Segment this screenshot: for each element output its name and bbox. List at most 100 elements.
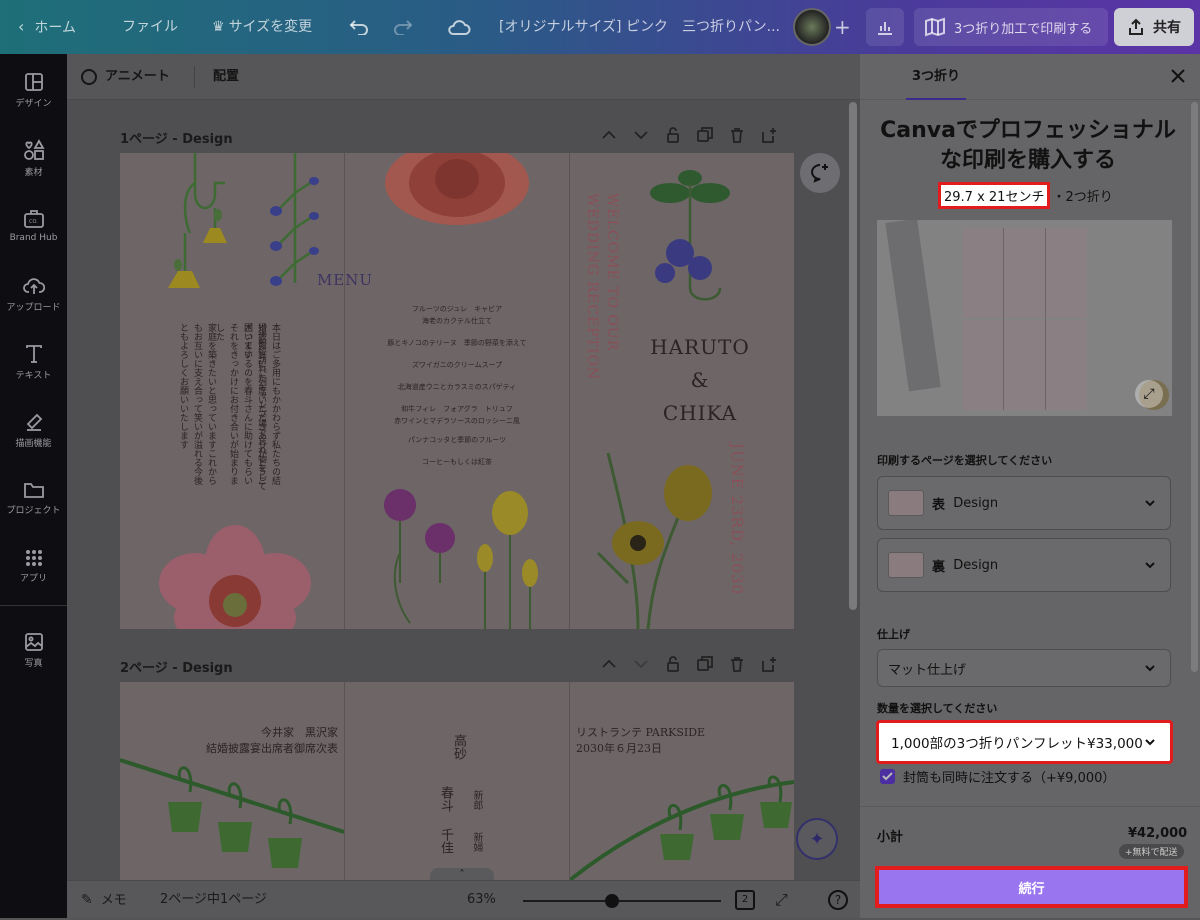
chevron-down-icon[interactable]: [632, 126, 650, 144]
position-button[interactable]: 配置: [213, 54, 239, 100]
sidebar-divider: [0, 605, 67, 606]
redo-icon[interactable]: [390, 15, 416, 39]
wedding-date: JUNE 23RD, 2030: [728, 443, 746, 596]
animate-button[interactable]: アニメート: [81, 54, 170, 100]
resize-button[interactable]: ♛ サイズを変更: [212, 0, 312, 54]
chevron-down-icon: [1145, 500, 1155, 507]
sidebar-item-projects[interactable]: プロジェクト: [0, 468, 67, 528]
draw-icon: [26, 413, 42, 431]
finish-select[interactable]: マット仕上げ: [877, 649, 1171, 687]
yellow-flowers-illustration: [596, 452, 712, 629]
notes-button[interactable]: ✎ メモ: [81, 881, 127, 919]
quantity-select[interactable]: 1,000部の3つ折りパンフレット¥33,000: [876, 720, 1173, 764]
analytics-icon[interactable]: [866, 8, 904, 46]
chevron-left-icon: ‹: [18, 17, 25, 36]
editor-toolbar: アニメート 配置: [67, 54, 860, 100]
menu-item: ズワイガニのクリームスープ: [411, 361, 503, 369]
back-page-select[interactable]: 裏 Design: [877, 538, 1171, 592]
comment-add-button[interactable]: [800, 153, 840, 193]
canvas-scrollbar[interactable]: [849, 102, 857, 610]
chevron-up-icon[interactable]: [600, 655, 618, 673]
page-2-label: 2ページ - Design: [120, 661, 233, 676]
page-2-controls: [600, 655, 778, 673]
finish-label: 仕上げ: [877, 628, 910, 641]
front-thumbnail: [888, 490, 924, 516]
home-button[interactable]: ‹ ホーム: [18, 0, 76, 54]
menu-item: 海老のカクテル仕立て: [422, 317, 492, 325]
lock-icon[interactable]: [664, 655, 682, 673]
sidebar-item-text[interactable]: テキスト: [0, 332, 67, 392]
zoom-percent[interactable]: 63%: [467, 881, 496, 919]
file-menu[interactable]: ファイル: [122, 0, 178, 54]
layout-icon: [24, 72, 43, 91]
trash-icon[interactable]: [728, 655, 746, 673]
bellflower-branch-illustration: [120, 758, 344, 868]
notes-icon: ✎: [81, 892, 93, 908]
share-button[interactable]: 共有: [1114, 8, 1194, 46]
menu-item: コーヒーもしくは紅茶: [422, 458, 492, 466]
sidebar-item-photos[interactable]: 写真: [0, 620, 67, 680]
sidebar-item-brand-hub[interactable]: CO. Brand Hub: [0, 196, 67, 256]
panel-scrollbar[interactable]: [1191, 102, 1198, 672]
close-icon[interactable]: [1168, 66, 1188, 86]
pink-flower-illustration: [159, 525, 311, 629]
undo-icon[interactable]: [346, 15, 372, 39]
elements-icon: [23, 138, 45, 160]
couple-name-1: HARUTO: [650, 335, 750, 359]
zoom-slider-handle[interactable]: [605, 894, 619, 908]
product-size: 29.7 x 21センチ ・2つ折り: [938, 182, 1113, 209]
avatar[interactable]: [793, 8, 831, 46]
expand-image-icon[interactable]: ⤢: [1135, 380, 1163, 408]
help-icon[interactable]: ?: [828, 890, 848, 910]
left-sidebar: デザイン 素材 CO. Brand Hub アップロード テキスト 描画機能 プ…: [0, 54, 67, 918]
tab-trifold[interactable]: 3つ折り: [906, 54, 966, 100]
quantity-label: 数量を選択してください: [877, 702, 998, 715]
page-2-canvas[interactable]: 今井家 黒沢家 結婚披露宴出席者御席次表 高砂 春斗 新郎 千佳 新婦 リストラ…: [120, 682, 794, 880]
bride-role: 新婦: [471, 832, 482, 852]
panel-title: Canvaでプロフェッショナルな印刷を購入する: [880, 118, 1176, 173]
document-title[interactable]: [オリジナルサイズ] ピンク 三つ折りパン...: [499, 0, 780, 54]
checkbox-checked[interactable]: [880, 769, 895, 784]
comment-icon: [811, 164, 828, 183]
zoom-slider-track[interactable]: [523, 900, 721, 902]
page-indicator[interactable]: 2ページ中1ページ: [160, 881, 267, 919]
menu-item: 和牛フィレ フォアグラ トリュフ: [401, 405, 513, 413]
cloud-sync-icon[interactable]: [444, 14, 474, 40]
fullscreen-icon[interactable]: ⤢: [775, 881, 788, 919]
page-1-label: 1ページ - Design: [120, 132, 233, 147]
chevron-up-icon[interactable]: [600, 126, 618, 144]
leaf-and-blossom-illustration: [650, 170, 730, 301]
share-icon: [1129, 18, 1143, 35]
print-panel: 3つ折り Canvaでプロフェッショナルな印刷を購入する 29.7 x 21セン…: [860, 54, 1200, 918]
duplicate-page-icon[interactable]: [696, 655, 714, 673]
lock-icon[interactable]: [664, 126, 682, 144]
menu-item: 豚とキノコのテリーヌ 季節の野菜を添えて: [387, 339, 527, 347]
front-page-select[interactable]: 表 Design: [877, 476, 1171, 530]
print-trifold-button[interactable]: 3つ折り加工で印刷する: [914, 8, 1108, 46]
add-page-icon[interactable]: [760, 126, 778, 144]
duplicate-page-icon[interactable]: [696, 126, 714, 144]
magic-assistant-button[interactable]: ✦: [796, 818, 838, 860]
add-collaborator-icon[interactable]: +: [834, 0, 851, 54]
pages-grid-button[interactable]: 2: [735, 890, 755, 910]
menu-item: フルーツのジュレ キャビア: [411, 305, 503, 313]
chevron-down-icon[interactable]: [632, 655, 650, 673]
menu-item: パンナコッタと季節のフルーツ: [407, 436, 507, 444]
bellflower-branch-right-illustration: [570, 775, 794, 880]
envelope-checkbox[interactable]: 封筒も同時に注文する（+¥9,000）: [880, 767, 1115, 786]
sidebar-item-design[interactable]: デザイン: [0, 60, 67, 120]
trash-icon[interactable]: [728, 126, 746, 144]
photo-icon: [24, 632, 43, 651]
couple-name-2: CHIKA: [662, 401, 738, 425]
apps-icon: [25, 549, 42, 566]
sidebar-item-elements[interactable]: 素材: [0, 128, 67, 188]
sidebar-item-apps[interactable]: アプリ: [0, 536, 67, 596]
animate-icon: [81, 68, 97, 85]
sidebar-item-uploads[interactable]: アップロード: [0, 264, 67, 324]
chevron-up-icon: ˄: [459, 869, 465, 880]
sidebar-item-draw[interactable]: 描画機能: [0, 400, 67, 460]
continue-button[interactable]: 続行: [875, 866, 1188, 908]
page-1-canvas[interactable]: 本日はご多用にもかかわらず私たちの結婚披露宴にご列席いただきありがとうございます…: [120, 153, 794, 629]
add-page-icon[interactable]: [760, 655, 778, 673]
chevron-down-icon: [1145, 739, 1155, 746]
